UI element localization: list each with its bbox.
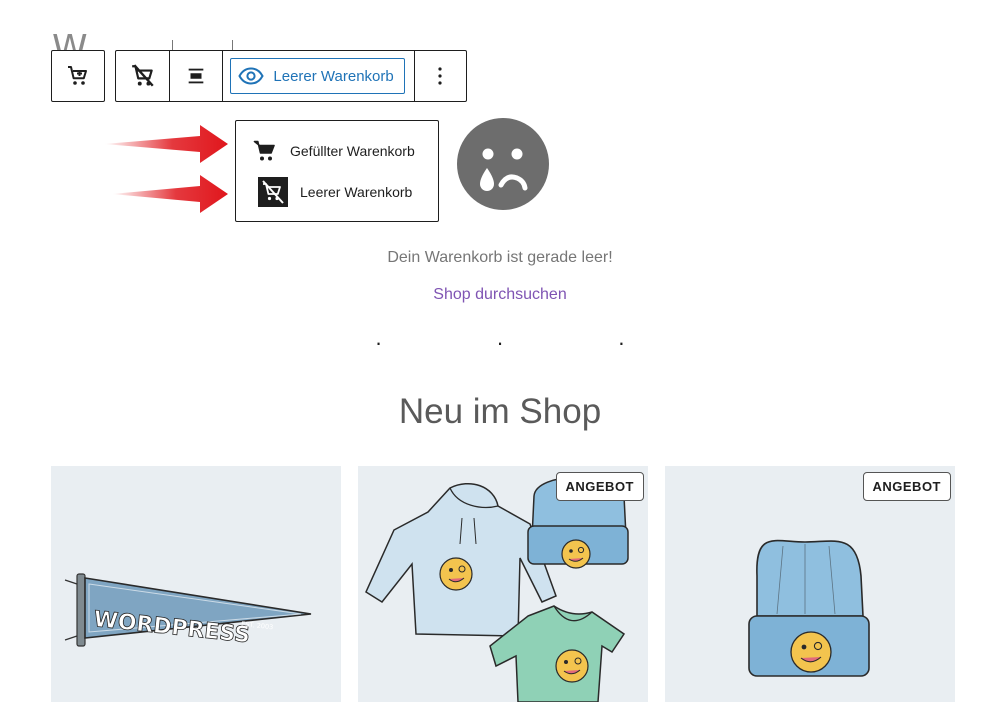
cart-icon [253, 140, 275, 161]
block-type-button[interactable] [116, 51, 169, 101]
product-card[interactable]: ANGEBOT [358, 466, 648, 702]
view-switcher-label: Leerer Warenkorb [273, 67, 394, 85]
sale-badge: ANGEBOT [555, 472, 644, 501]
block-parent-toolbar [51, 50, 105, 102]
product-image [365, 476, 629, 702]
product-card[interactable]: WORDPRESS EST. 2003 [51, 466, 341, 702]
align-wide-icon [188, 68, 204, 84]
select-parent-block-button[interactable] [52, 51, 104, 101]
menu-item-label: Gefüllter Warenkorb [290, 143, 415, 159]
new-products-title: Neu im Shop [398, 392, 602, 431]
cart-icon [68, 66, 87, 85]
align-button[interactable] [169, 51, 222, 101]
cart-empty-icon [258, 177, 288, 207]
sad-face-icon [457, 118, 549, 210]
eye-icon [238, 67, 265, 85]
menu-item-empty-cart[interactable]: Leerer Warenkorb [258, 177, 412, 207]
empty-cart-message: Dein Warenkorb ist gerade leer! [387, 249, 613, 266]
block-toolbar: Leerer Warenkorb [115, 50, 467, 102]
product-image: WORDPRESS EST. 2003 [64, 573, 312, 649]
menu-item-label: Leerer Warenkorb [300, 184, 413, 200]
cart-empty-icon [131, 64, 154, 87]
product-image [748, 539, 870, 677]
browse-shop-link[interactable]: Shop durchsuchen [0, 286, 1000, 304]
view-switcher-button[interactable]: Leerer Warenkorb [230, 58, 405, 94]
more-vertical-icon [438, 67, 442, 85]
annotation-arrow [112, 175, 228, 213]
block-options-button[interactable] [413, 51, 466, 101]
menu-item-filled-cart[interactable]: Gefüllter Warenkorb [252, 139, 415, 163]
sale-badge: ANGEBOT [862, 472, 951, 501]
view-switcher-menu: Gefüllter Warenkorb Leerer Warenkorb [235, 120, 439, 222]
annotation-arrow [104, 125, 228, 163]
product-card[interactable]: ANGEBOT [665, 466, 955, 702]
separator-dots: · · · [374, 330, 680, 355]
